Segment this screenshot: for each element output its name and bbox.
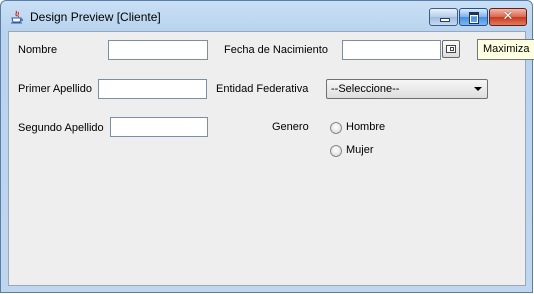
genero-option-hombre[interactable]: Hombre [330,121,390,137]
nombre-field[interactable] [108,40,208,60]
segundo-apellido-field[interactable] [110,117,208,137]
entidad-federativa-label: Entidad Federativa [216,83,309,95]
primer-apellido-label: Primer Apellido [18,83,92,95]
title-bar[interactable]: Design Preview [Cliente] ✕ [1,1,532,31]
genero-option-label: Mujer [346,144,374,156]
genero-label: Genero [272,121,309,133]
close-icon: ✕ [502,9,514,24]
chevron-down-icon [474,87,482,91]
fecha-nacimiento-label: Fecha de Nacimiento [224,44,328,56]
entidad-federativa-selected: --Seleccione-- [331,83,400,95]
fecha-nacimiento-field[interactable] [342,40,441,60]
radio-button-icon[interactable] [330,122,342,134]
genero-option-mujer[interactable]: Mujer [330,144,390,160]
close-button[interactable]: ✕ [489,8,527,26]
java-coffee-icon [11,10,23,24]
segundo-apellido-label: Segundo Apellido [18,122,104,134]
maximize-tooltip: Maximiza [477,39,534,60]
date-picker-button[interactable] [442,40,460,58]
window-title: Design Preview [Cliente] [30,10,161,24]
calendar-icon [446,45,456,53]
nombre-label: Nombre [18,44,58,56]
entidad-federativa-select[interactable]: --Seleccione-- [326,79,488,99]
maximize-button[interactable] [459,8,488,26]
primer-apellido-field[interactable] [98,79,207,99]
radio-button-icon[interactable] [330,145,342,157]
genero-option-label: Hombre [346,121,386,133]
minimize-button[interactable] [429,8,458,26]
app-window: Design Preview [Cliente] ✕ Nombre Primer… [0,0,533,293]
form-panel: Nombre Primer Apellido Segundo Apellido … [8,31,526,286]
minimize-icon [440,18,450,22]
maximize-icon [469,12,479,24]
